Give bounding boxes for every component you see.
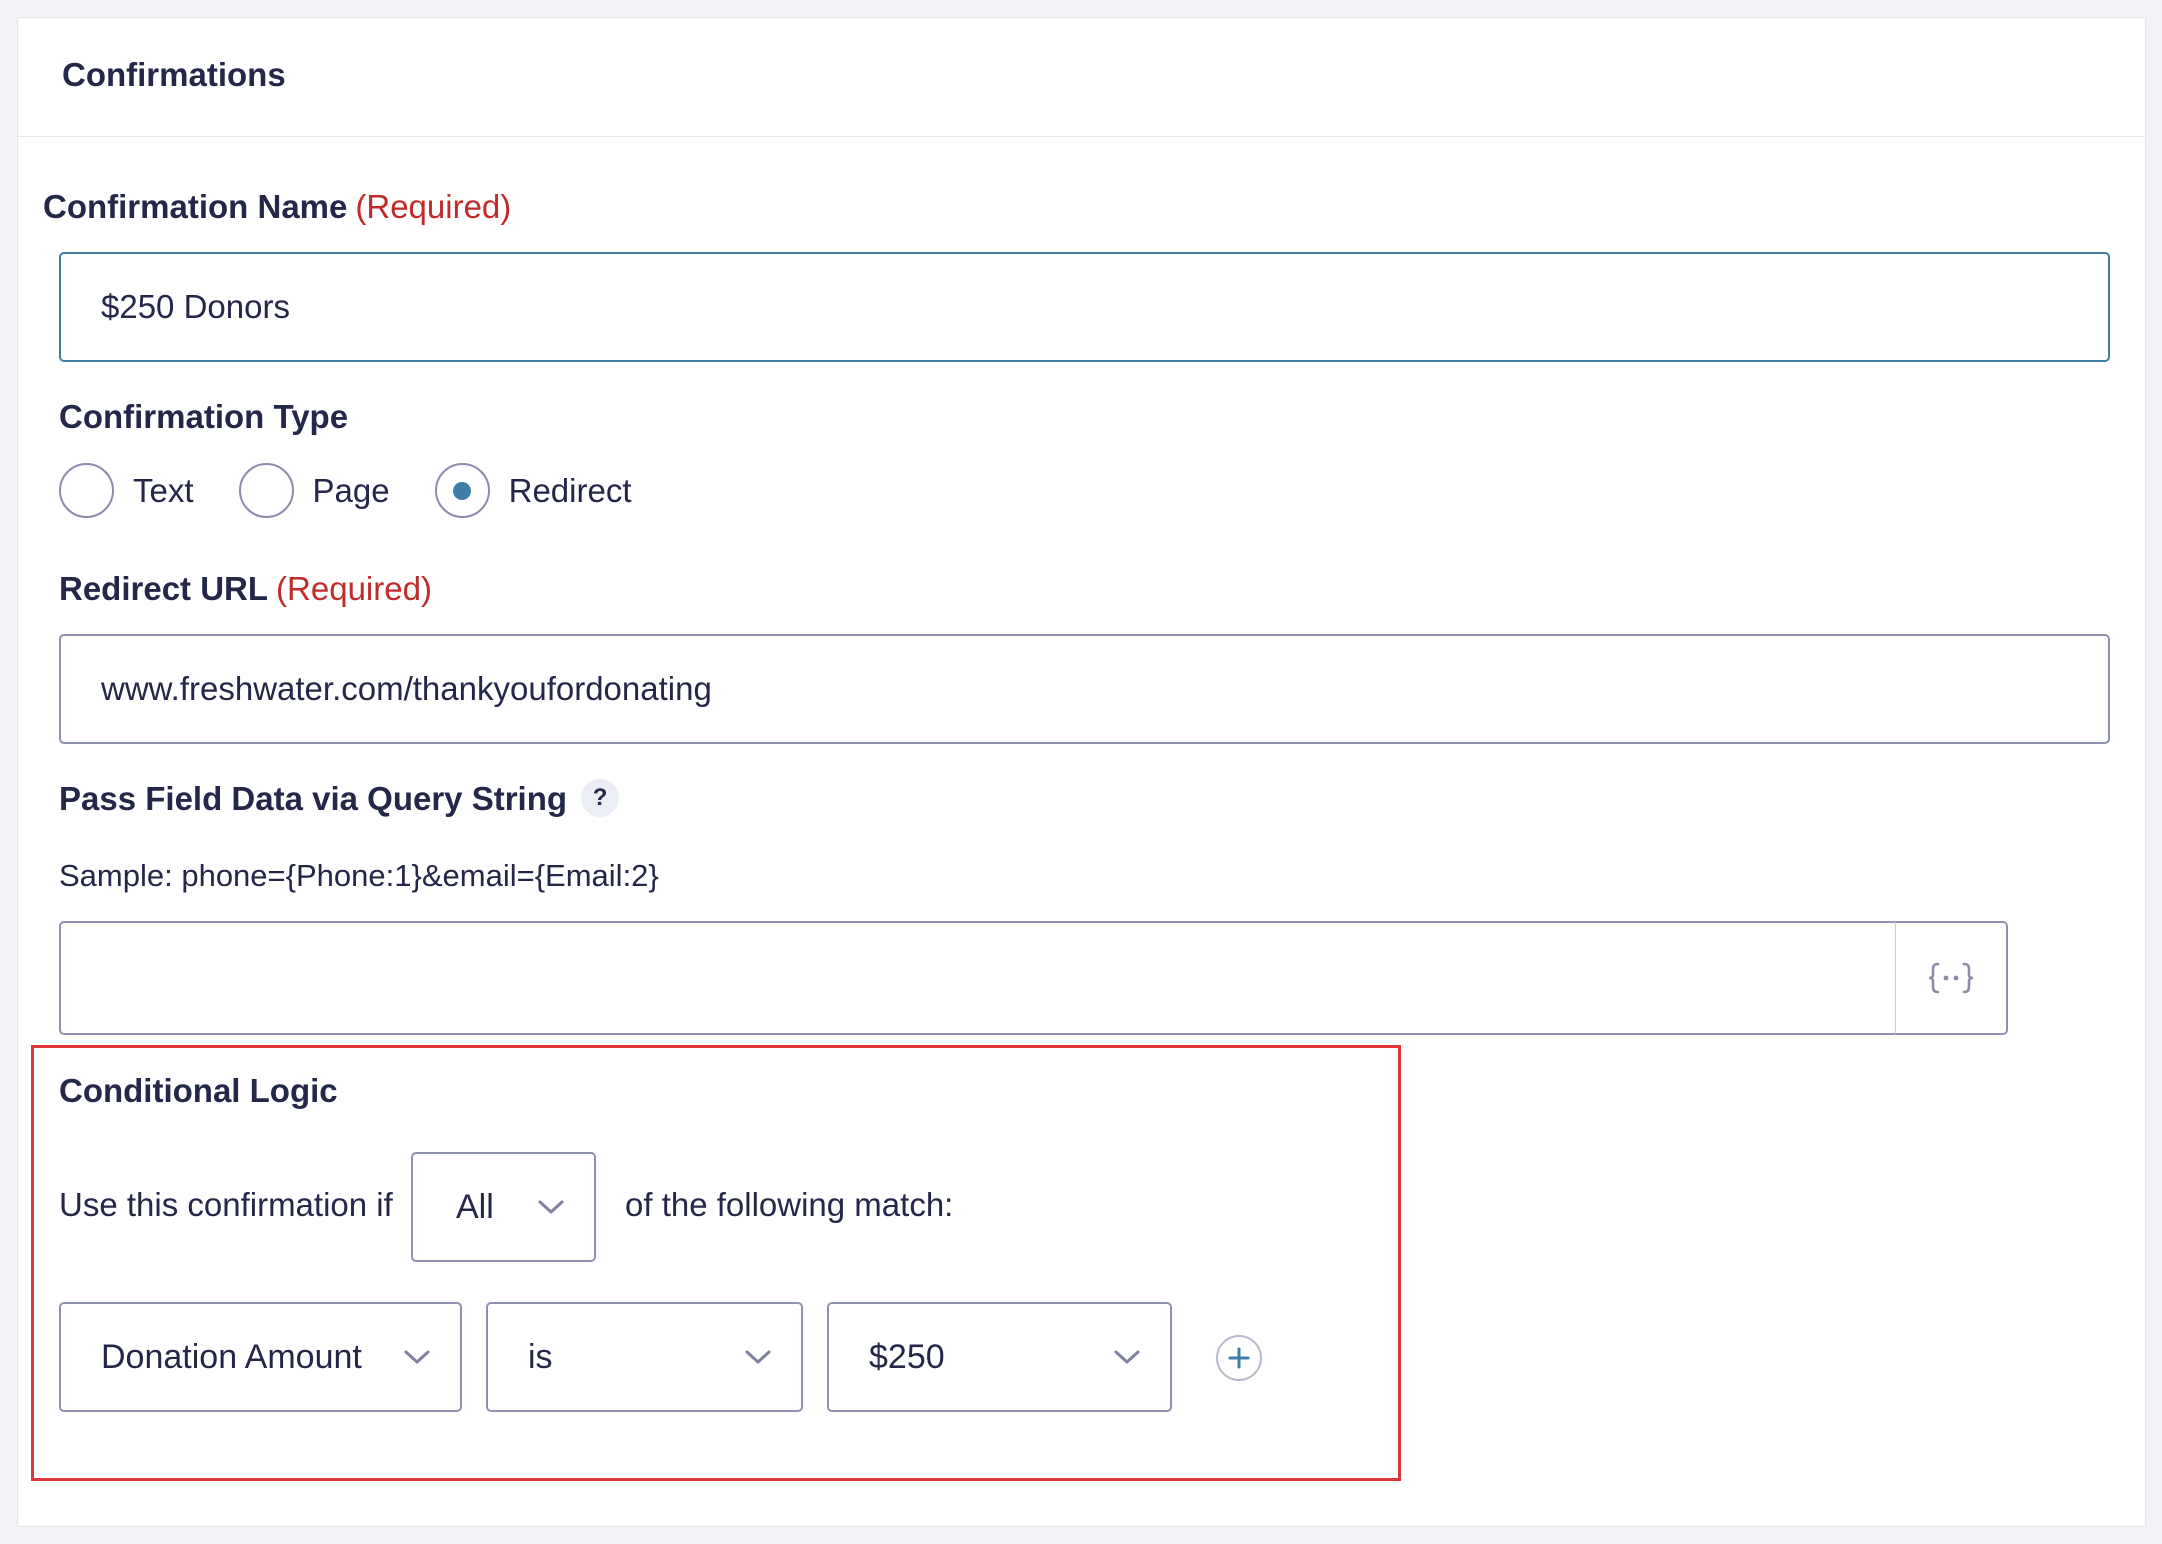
confirmation-type-label: Confirmation Type [59, 398, 349, 435]
query-string-label: Pass Field Data via Query String [59, 779, 568, 817]
chevron-down-icon [1114, 1350, 1140, 1364]
panel-title: Confirmations [62, 56, 286, 93]
confirmation-type-radios: Text Page Redirect [59, 463, 677, 518]
rule-field-select[interactable]: Donation Amount [59, 1302, 462, 1412]
rule-field-value: Donation Amount [101, 1337, 362, 1376]
add-rule-button[interactable] [1216, 1335, 1262, 1381]
merge-tag-button[interactable] [1895, 921, 2008, 1035]
required-indicator: (Required) [276, 570, 432, 607]
radio-text-label[interactable]: Text [133, 472, 194, 510]
radio-redirect-label[interactable]: Redirect [509, 472, 632, 510]
rule-operator-select[interactable]: is [486, 1302, 803, 1412]
confirmation-name-label: Confirmation Name (Required) [43, 190, 511, 223]
conditional-logic-label: Conditional Logic [59, 1072, 338, 1109]
redirect-url-label-text: Redirect URL [59, 570, 269, 607]
radio-page[interactable] [238, 463, 294, 518]
radio-page-label[interactable]: Page [313, 472, 390, 510]
redirect-url-label: Redirect URL (Required) [59, 572, 432, 605]
confirmation-name-label-text: Confirmation Name [43, 188, 348, 225]
query-string-sample: Sample: phone={Phone:1}&email={Email:2} [59, 858, 659, 893]
merge-tag-icon [1928, 962, 1974, 994]
conditional-logic-suffix: of the following match: [625, 1186, 954, 1223]
required-indicator: (Required) [355, 188, 512, 225]
rule-value-value: $250 [869, 1337, 945, 1376]
conditional-logic-prefix: Use this confirmation if [59, 1186, 393, 1223]
chevron-down-icon [404, 1350, 430, 1364]
chevron-down-icon [538, 1200, 564, 1214]
chevron-down-icon [745, 1350, 771, 1364]
rule-operator-value: is [528, 1337, 553, 1376]
redirect-url-input[interactable]: www.freshwater.com/thankyoufordonating [59, 634, 2110, 744]
help-icon[interactable]: ? [581, 779, 620, 817]
radio-redirect[interactable] [434, 463, 490, 518]
panel-header: Confirmations [18, 18, 2145, 137]
match-type-select[interactable]: All [411, 1152, 596, 1262]
confirmation-name-input[interactable]: $250 Donors [59, 252, 2110, 362]
match-type-value: All [456, 1187, 494, 1226]
radio-text[interactable] [59, 463, 114, 518]
rule-value-select[interactable]: $250 [827, 1302, 1172, 1412]
query-string-input[interactable] [59, 921, 1897, 1035]
redirect-url-value: www.freshwater.com/thankyoufordonating [101, 670, 712, 707]
confirmation-name-value: $250 Donors [101, 288, 290, 325]
query-string-label-row: Pass Field Data via Query String ? [59, 779, 620, 817]
plus-icon [1228, 1347, 1250, 1369]
conditional-logic-highlight [31, 1045, 1401, 1481]
